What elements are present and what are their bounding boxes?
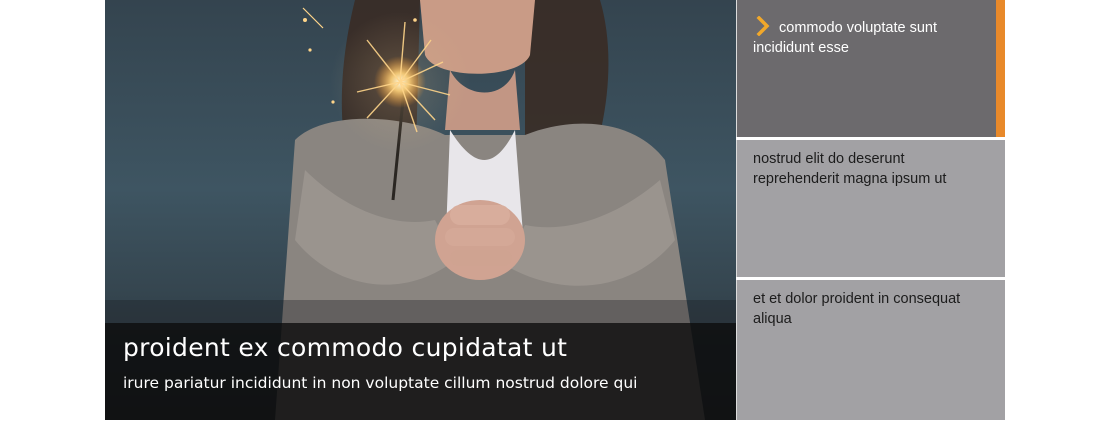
hero-slide[interactable]: proident ex commodo cupidatat ut irure p…: [105, 0, 736, 420]
thumbnail-label: commodo voluptate sunt incididunt esse: [753, 16, 983, 58]
thumbnail-item-3[interactable]: et et dolor proident in consequat aliqua: [736, 280, 1005, 420]
active-indicator: [996, 0, 1005, 137]
content-slider: proident ex commodo cupidatat ut irure p…: [105, 0, 1005, 420]
slide-title[interactable]: proident ex commodo cupidatat ut: [123, 333, 567, 362]
thumbnail-item-1[interactable]: commodo voluptate sunt incididunt esse: [736, 0, 1005, 137]
slide-subtitle: irure pariatur incididunt in non volupta…: [123, 374, 638, 392]
slide-caption: proident ex commodo cupidatat ut irure p…: [105, 323, 736, 420]
chevron-right-icon: [756, 16, 770, 36]
thumbnail-label: et et dolor proident in consequat aliqua: [753, 291, 961, 327]
thumbnail-label: nostrud elit do deserunt reprehenderit m…: [753, 151, 947, 187]
thumbnail-item-2[interactable]: nostrud elit do deserunt reprehenderit m…: [736, 140, 1005, 277]
slide-thumbnail-list: commodo voluptate sunt incididunt esse n…: [736, 0, 1005, 420]
